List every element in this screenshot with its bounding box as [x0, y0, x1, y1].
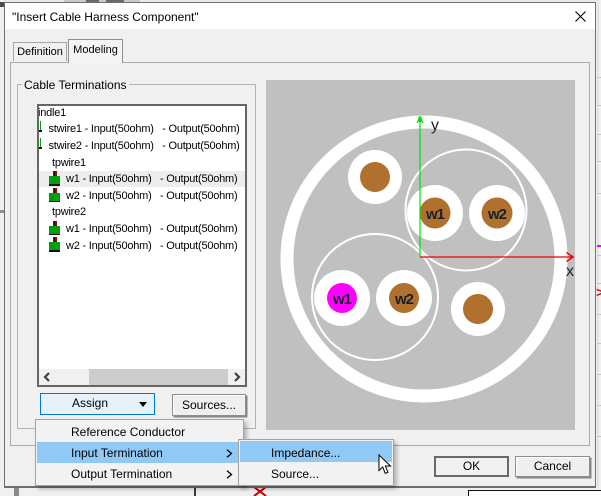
svg-text:y: y	[431, 117, 439, 134]
svg-text:w1: w1	[425, 206, 445, 223]
svg-text:x: x	[566, 263, 574, 280]
svg-text:w2: w2	[394, 291, 414, 308]
svg-text:w2: w2	[487, 206, 507, 223]
svg-text:w1: w1	[332, 291, 352, 308]
